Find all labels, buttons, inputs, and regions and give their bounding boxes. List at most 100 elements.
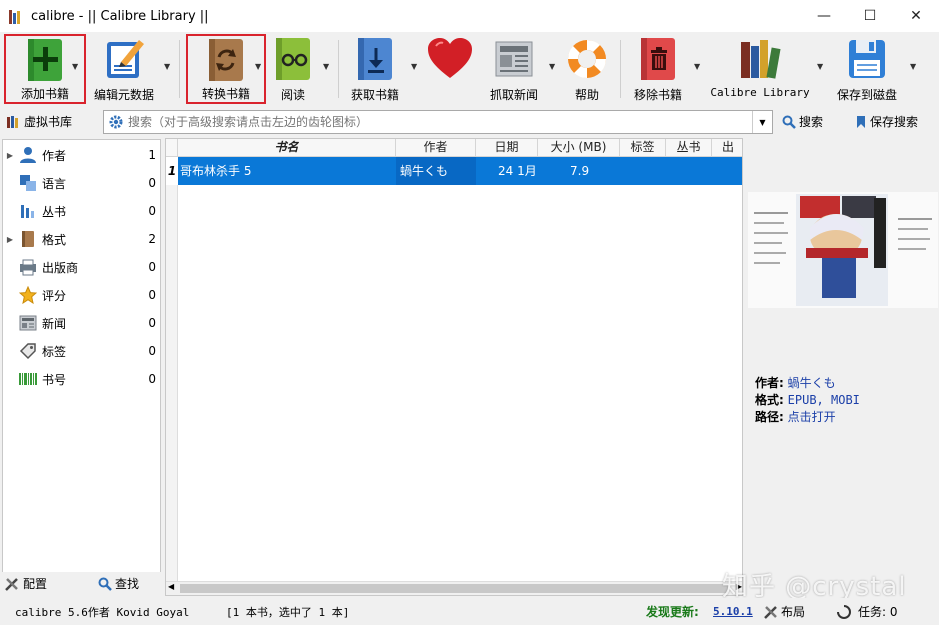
update-version-link[interactable]: 5.10.1 <box>713 605 753 618</box>
add-book-dropdown-arrow[interactable]: ▼ <box>72 62 78 71</box>
edit-metadata-icon <box>101 34 147 84</box>
category-series[interactable]: 丛书 0 <box>3 197 160 225</box>
toolbar-separator <box>620 40 621 98</box>
convert-books-button[interactable]: 转换书籍 <box>186 34 266 104</box>
edit-metadata-button[interactable]: 编辑元数据 <box>92 34 156 104</box>
minimize-button[interactable]: — <box>801 0 847 32</box>
heart-icon <box>426 34 474 84</box>
configure-button[interactable]: 配置 <box>4 575 47 592</box>
column-size[interactable]: 大小 (MB) <box>538 139 620 157</box>
view-dropdown-arrow[interactable]: ▼ <box>323 62 329 71</box>
star-icon <box>17 285 39 305</box>
tag-browser: ▶ 作者 1 语言 0 丛书 0 ▶ 格式 2 出版商 0 评分 0 新闻 0 <box>2 139 161 596</box>
category-rating[interactable]: 评分 0 <box>3 281 160 309</box>
path-link[interactable]: 点击打开 <box>788 410 836 424</box>
book-format-icon <box>17 229 39 249</box>
fetch-news-button[interactable]: 抓取新闻 <box>485 34 543 104</box>
main-toolbar: 添加书籍 ▼ 编辑元数据 ▼ 转换书籍 ▼ 阅读 ▼ 获取书籍 ▼ 抓取新闻 ▼… <box>0 32 939 106</box>
row-number: 1 <box>166 157 178 185</box>
tag-browser-footer: 配置 查找 <box>2 572 161 596</box>
scroll-left-arrow[interactable]: ◀ <box>168 582 174 591</box>
convert-books-label: 转换书籍 <box>201 87 250 101</box>
search-button[interactable]: 搜索 <box>782 113 823 130</box>
toolbar-separator <box>179 40 180 98</box>
donate-button[interactable] <box>424 34 476 104</box>
news-icon <box>17 313 39 333</box>
view-book-button[interactable]: 阅读 <box>270 34 316 104</box>
column-tags[interactable]: 标签 <box>620 139 666 157</box>
remove-books-button[interactable]: 移除书籍 <box>630 34 686 104</box>
fetch-news-dropdown-arrow[interactable]: ▼ <box>549 62 555 71</box>
column-author[interactable]: 作者 <box>396 139 476 157</box>
book-cover-image[interactable] <box>748 192 938 308</box>
get-books-label: 获取书籍 <box>350 88 399 102</box>
tag-icon <box>17 341 39 361</box>
remove-books-icon <box>638 34 678 84</box>
search-icon <box>782 115 796 129</box>
author-label: 作者: <box>755 376 784 390</box>
horizontal-scrollbar[interactable]: ◀ ▶ <box>166 581 742 595</box>
view-book-icon <box>273 34 313 84</box>
get-books-dropdown-arrow[interactable]: ▼ <box>411 62 417 71</box>
window-title: calibre - || Calibre Library || <box>31 8 209 24</box>
library-label: Calibre Library <box>710 86 810 99</box>
edit-metadata-dropdown-arrow[interactable]: ▼ <box>164 62 170 71</box>
category-publishers[interactable]: 出版商 0 <box>3 253 160 281</box>
column-date[interactable]: 日期 <box>476 139 538 157</box>
spinner-icon <box>837 604 851 619</box>
edit-metadata-label: 编辑元数据 <box>93 88 154 102</box>
category-languages[interactable]: 语言 0 <box>3 169 160 197</box>
add-book-icon <box>25 36 65 83</box>
get-books-button[interactable]: 获取书籍 <box>346 34 404 104</box>
expand-arrow-icon[interactable]: ▶ <box>3 151 17 160</box>
maximize-button[interactable]: ☐ <box>847 0 893 32</box>
column-publisher[interactable]: 出 <box>712 139 742 157</box>
save-to-disk-label: 保存到磁盘 <box>836 88 897 102</box>
library-dropdown-arrow[interactable]: ▼ <box>817 62 823 71</box>
scrollbar-thumb[interactable] <box>180 584 728 593</box>
virtual-library-label: 虚拟书库 <box>24 115 73 129</box>
close-button[interactable]: ✕ <box>893 0 939 32</box>
language-icon <box>17 173 39 193</box>
category-identifiers[interactable]: 书号 0 <box>3 365 160 393</box>
find-button[interactable]: 查找 <box>98 575 139 592</box>
series-icon <box>17 201 39 221</box>
view-book-label: 阅读 <box>280 88 305 102</box>
row-number-gutter <box>166 185 178 583</box>
search-history-dropdown[interactable]: ▼ <box>752 111 772 133</box>
save-to-disk-button[interactable]: 保存到磁盘 <box>836 34 898 104</box>
gear-icon[interactable] <box>104 115 128 129</box>
category-formats[interactable]: ▶ 格式 2 <box>3 225 160 253</box>
table-row[interactable]: 哥布林杀手 5 蝸牛くも 24 1月 ... 7.9 <box>166 157 742 185</box>
convert-books-dropdown-arrow[interactable]: ▼ <box>255 62 261 71</box>
virtual-library-icon <box>7 115 18 128</box>
tools-icon <box>764 605 777 619</box>
status-bar: calibre 5.6作者 Kovid Goyal [1 本书，选中了 1 本]… <box>0 598 939 625</box>
user-icon <box>17 145 39 165</box>
layout-button[interactable]: 布局 <box>763 603 805 620</box>
virtual-library-button[interactable]: 虚拟书库 <box>6 113 72 130</box>
column-series[interactable]: 丛书 <box>666 139 712 157</box>
jobs-indicator[interactable]: 任务: 0 <box>836 603 898 620</box>
bookmark-icon <box>857 115 865 128</box>
expand-arrow-icon[interactable]: ▶ <box>3 235 17 244</box>
help-button[interactable]: 帮助 <box>562 34 612 104</box>
category-tags[interactable]: 标签 0 <box>3 337 160 365</box>
search-field[interactable]: ▼ <box>103 110 773 134</box>
save-to-disk-dropdown-arrow[interactable]: ▼ <box>910 62 916 71</box>
remove-books-dropdown-arrow[interactable]: ▼ <box>694 62 700 71</box>
tools-icon <box>5 577 18 591</box>
search-bar: 虚拟书库 ▼ 搜索 保存搜索 <box>0 107 939 137</box>
saved-search-button[interactable]: 保存搜索 <box>855 113 918 130</box>
book-list-header: 书名 作者 日期 大小 (MB) 标签 丛书 出 <box>166 139 742 157</box>
format-link[interactable]: EPUB, MOBI <box>788 393 860 407</box>
category-news[interactable]: 新闻 0 <box>3 309 160 337</box>
version-text: calibre 5.6作者 Kovid Goyal <box>15 605 190 619</box>
library-button[interactable]: Calibre Library <box>710 34 810 104</box>
category-authors[interactable]: ▶ 作者 1 <box>3 141 160 169</box>
publisher-icon <box>17 257 39 277</box>
author-link[interactable]: 蝸牛くも <box>788 376 836 390</box>
column-title[interactable]: 书名 <box>178 139 396 157</box>
cell-date: 24 1月 ... <box>476 157 538 185</box>
search-input[interactable] <box>128 112 752 132</box>
